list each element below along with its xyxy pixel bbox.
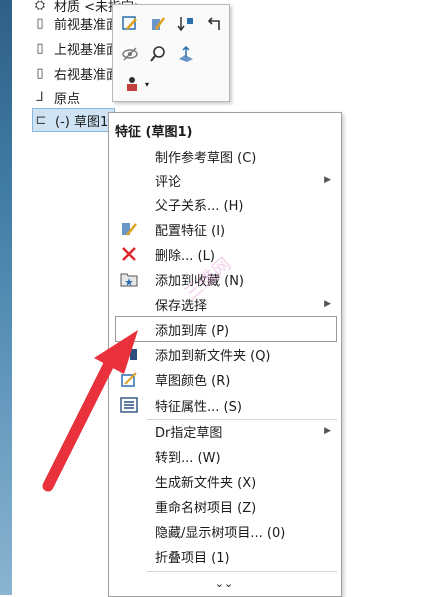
menu-item-label: 父子关系... (H) [155, 198, 244, 214]
menu-item-rename-tree-item[interactable]: 重命名树项目 (Z) [115, 494, 337, 518]
rollback-icon [177, 17, 193, 32]
normal-to-button[interactable] [175, 43, 197, 65]
menu-item-label: 重命名树项目 (Z) [155, 500, 257, 516]
chevron-down-icon: ▾ [144, 79, 149, 89]
back-button[interactable] [203, 13, 225, 35]
edit-feature-icon [152, 17, 166, 30]
menu-item-hide-show-tree-items[interactable]: 隐藏/显示树项目... (0) [115, 519, 337, 543]
config-icon [117, 219, 141, 239]
context-menu: 特征 (草图1) 制作参考草图 (C) 评论 ▶ 父子关系... (H) 配置特… [108, 112, 342, 597]
menu-item-label: 折叠项目 (1) [155, 550, 230, 566]
tree-item-label: 前视基准面 [54, 17, 120, 33]
menu-item-parent-child[interactable]: 父子关系... (H) [115, 192, 337, 216]
menu-item-configure-feature[interactable]: 配置特征 (I) [115, 217, 337, 241]
hide-button[interactable] [119, 43, 141, 65]
menu-item-save-selection[interactable]: 保存选择 ▶ [115, 292, 337, 316]
normal-to-icon [179, 45, 193, 62]
folder-icon [117, 344, 141, 364]
tree-item-top-plane[interactable]: ▯ 上视基准面 [32, 37, 119, 59]
rollback-button[interactable] [175, 13, 197, 35]
tree-item-label: 原点 [54, 91, 81, 107]
tree-item-sketch1[interactable]: ⊏ (-) 草图1 [32, 108, 116, 132]
tree-item-front-plane[interactable]: ▯ 前视基准面 [32, 12, 119, 34]
tree-item-label: (-) 草图1 [55, 114, 109, 130]
menu-item-comment[interactable]: 评论 ▶ [115, 168, 337, 192]
menu-item-label: Dr指定草图 [155, 425, 223, 441]
plane-icon: ▯ [36, 65, 44, 81]
back-arrow-icon [207, 17, 220, 30]
menu-item-label: 生成新文件夹 (X) [155, 475, 257, 491]
menu-item-label: 转到... (W) [155, 450, 221, 466]
menu-item-add-to-new-folder[interactable]: 添加到新文件夹 (Q) [115, 342, 337, 366]
menu-item-label: 制作参考草图 (C) [155, 150, 257, 166]
menu-item-label: 添加到新文件夹 (Q) [155, 348, 271, 364]
left-panel-edge [0, 0, 12, 595]
tree-item-right-plane[interactable]: ▯ 右视基准面 [32, 62, 119, 84]
menu-item-label: 评论 [155, 174, 182, 190]
plane-icon: ▯ [36, 15, 44, 31]
submenu-arrow-icon: ▶ [324, 426, 331, 436]
menu-item-create-new-folder[interactable]: 生成新文件夹 (X) [115, 469, 337, 493]
menu-item-label: 特征属性... (S) [155, 399, 242, 415]
tree-item-label: 上视基准面 [54, 42, 120, 58]
menu-header: 特征 (草图1) [115, 125, 193, 140]
origin-icon: ⅃ [36, 89, 44, 105]
menu-item-collapse-items[interactable]: 折叠项目 (1) [115, 544, 337, 568]
submenu-arrow-icon: ▶ [324, 299, 331, 309]
menu-item-label: 配置特征 (I) [155, 223, 226, 239]
menu-item-label: 草图颜色 (R) [155, 373, 231, 389]
favorite-icon [117, 269, 141, 289]
menu-item-sketch-color[interactable]: 草图颜色 (R) [115, 367, 337, 391]
tree-item-label: 右视基准面 [54, 67, 120, 83]
plane-icon: ▯ [36, 40, 44, 56]
tree-item-origin[interactable]: ⅃ 原点 [32, 86, 80, 108]
menu-item-go-to[interactable]: 转到... (W) [115, 444, 337, 468]
context-toolbar: ▾ [112, 4, 230, 102]
edit-sketch-icon [122, 16, 137, 30]
menu-item-add-to-library[interactable]: 添加到库 (P) [115, 316, 337, 342]
menu-item-label: 隐藏/显示树项目... (0) [155, 525, 286, 541]
menu-item-label: 添加到库 (P) [155, 323, 230, 339]
magnifier-icon [150, 46, 165, 62]
menu-item-dr-assign-sketch[interactable]: Dr指定草图 ▶ [115, 419, 337, 443]
eye-hidden-icon [122, 47, 138, 61]
appearance-icon [126, 77, 137, 91]
zoom-to-selection-button[interactable] [147, 43, 169, 65]
edit-sketch-button[interactable] [119, 13, 141, 35]
color-icon [117, 369, 141, 389]
menu-item-make-reference-sketch[interactable]: 制作参考草图 (C) [115, 144, 337, 168]
menu-item-feature-properties[interactable]: 特征属性... (S) [115, 393, 337, 417]
submenu-arrow-icon: ▶ [324, 175, 331, 185]
edit-feature-button[interactable] [147, 13, 169, 35]
appearance-dropdown[interactable]: ▾ [119, 73, 153, 95]
properties-icon [117, 395, 141, 415]
delete-icon [117, 244, 141, 264]
expand-menu-chevron-icon[interactable]: ⌄⌄ [108, 577, 340, 590]
menu-separator [147, 571, 337, 572]
sketch-icon: ⊏ [35, 112, 47, 128]
